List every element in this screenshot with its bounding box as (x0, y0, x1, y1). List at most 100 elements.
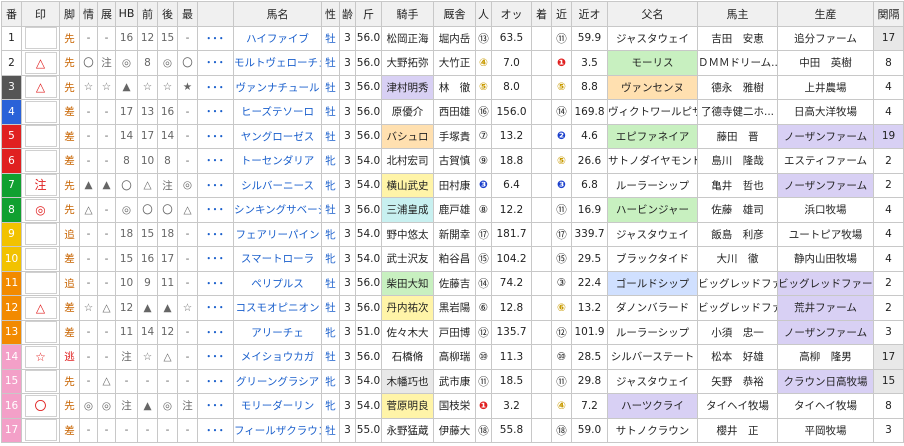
column-header[interactable]: 脚 (59, 1, 80, 27)
breeder-name[interactable]: 上井農場 (777, 74, 874, 100)
owner-name[interactable]: 櫻井 正 (697, 417, 778, 443)
column-header[interactable]: 性 (321, 1, 340, 27)
table-row[interactable]: 5 差 - -14 17 14- ･･･ ヤングローゼス牡 3 56.0 バシュロ 手塚貴 ⑦ 13.2 ❷… (1, 123, 904, 149)
jockey-name[interactable]: 丹内祐次 (381, 295, 434, 321)
trainer-name[interactable]: 堀内岳 (433, 25, 476, 51)
column-header[interactable]: 関隔 (873, 1, 904, 27)
sire-name[interactable]: ハーツクライ (607, 393, 698, 419)
sire-name[interactable]: ジャスタウェイ (607, 221, 698, 247)
jockey-name[interactable]: 大野拓弥 (381, 50, 434, 76)
breeder-name[interactable]: ビッグレッドファーム (777, 270, 874, 296)
column-header[interactable]: 近 (551, 1, 572, 27)
horse-name-link[interactable]: トーセンダリア (233, 148, 322, 174)
breeder-name[interactable]: ノーザンファーム (777, 123, 874, 149)
more-link[interactable]: ･･･ (197, 270, 234, 296)
more-link[interactable]: ･･･ (197, 393, 234, 419)
trainer-name[interactable]: 粕谷昌 (433, 246, 476, 272)
column-header[interactable]: 馬名 (233, 1, 322, 27)
breeder-name[interactable]: 追分ファーム (777, 25, 874, 51)
column-header[interactable]: 後 (157, 1, 178, 27)
jockey-name[interactable]: 津村明秀 (381, 74, 434, 100)
table-row[interactable]: 6 差 - -8 10 8- ･･･ トーセンダリア牝 3 54.0 北村宏司 古賀慎 ⑨ 18.8 ⑤ 26… (1, 148, 904, 174)
prediction-mark[interactable] (24, 247, 57, 270)
breeder-name[interactable]: 平岡牧場 (777, 417, 874, 443)
owner-name[interactable]: 松本 好雄 (697, 344, 778, 370)
more-link[interactable]: ･･･ (197, 295, 234, 321)
jockey-name[interactable]: 横山武史 (381, 172, 434, 198)
sire-name[interactable]: エピファネイア (607, 123, 698, 149)
jockey-name[interactable]: 松岡正海 (381, 25, 434, 51)
trainer-name[interactable]: 国枝栄 (433, 393, 476, 419)
owner-name[interactable]: 藤田 晋 (697, 123, 778, 149)
trainer-name[interactable]: 古賀慎 (433, 148, 476, 174)
trainer-name[interactable]: 佐藤吉 (433, 270, 476, 296)
owner-name[interactable]: ビッグレッドファーム (697, 295, 778, 321)
more-link[interactable]: ･･･ (197, 344, 234, 370)
trainer-name[interactable]: 武市康 (433, 368, 476, 394)
prediction-mark[interactable] (24, 419, 57, 442)
more-link[interactable]: ･･･ (197, 417, 234, 443)
table-row[interactable]: 13 差 - -11 14 12- ･･･ アリーチェ牝 3 51.0 佐々木大 戸田博 ⑫ 135.7 ⑫… (1, 319, 904, 345)
more-link[interactable]: ･･･ (197, 50, 234, 76)
column-header[interactable]: 近オ (571, 1, 608, 27)
column-header[interactable]: 最 (177, 1, 198, 27)
horse-name-link[interactable]: コスモオピニオン (233, 295, 322, 321)
owner-name[interactable]: 德永 雅樹 (697, 74, 778, 100)
jockey-name[interactable]: 野中悠太 (381, 221, 434, 247)
jockey-name[interactable]: 原優介 (381, 99, 434, 125)
column-header[interactable]: 父名 (607, 1, 698, 27)
horse-name-link[interactable]: ヴァンナチュール (233, 74, 322, 100)
jockey-name[interactable]: 菅原明良 (381, 393, 434, 419)
prediction-mark[interactable] (24, 149, 57, 172)
prediction-mark[interactable]: 注 (24, 174, 57, 197)
trainer-name[interactable]: 林 徹 (433, 74, 476, 100)
sire-name[interactable]: サトノダイヤモンド (607, 148, 698, 174)
column-header[interactable]: 騎手 (381, 1, 434, 27)
trainer-name[interactable]: 新開幸 (433, 221, 476, 247)
column-header[interactable]: 斤 (355, 1, 382, 27)
column-header[interactable]: 厩舎 (433, 1, 476, 27)
horse-name-link[interactable]: ヒーズテソーロ (233, 99, 322, 125)
sire-name[interactable]: ジャスタウェイ (607, 368, 698, 394)
sire-name[interactable]: ヴィクトワールピサ (607, 99, 698, 125)
horse-name-link[interactable]: ヤングローゼス (233, 123, 322, 149)
breeder-name[interactable]: タイヘイ牧場 (777, 393, 874, 419)
breeder-name[interactable]: 高柳 隆男 (777, 344, 874, 370)
breeder-name[interactable]: 静内山田牧場 (777, 246, 874, 272)
more-link[interactable]: ･･･ (197, 246, 234, 272)
column-header[interactable]: 馬主 (697, 1, 778, 27)
prediction-mark[interactable] (24, 27, 57, 50)
breeder-name[interactable]: 浜口牧場 (777, 197, 874, 223)
table-row[interactable]: 14 ☆ 逃 - - 注 ☆ △ - ･･･ メイショウカガ牡 3 56.0 石橋脩 高柳瑞 ⑩ 11.3 ⑩ 28… (1, 344, 904, 370)
more-link[interactable]: ･･･ (197, 197, 234, 223)
prediction-mark[interactable]: ◎ (24, 198, 57, 221)
breeder-name[interactable]: ノーザンファーム (777, 319, 874, 345)
sire-name[interactable]: サトノクラウン (607, 417, 698, 443)
table-row[interactable]: 3 △ 先 ☆ ☆ ▲ ☆ ☆ ★ ･･･ ヴァンナチュール牡 3 56.0 津村明秀林 徹 ⑤ 8.0 ⑤ 8.… (1, 74, 904, 100)
prediction-mark[interactable]: △ (24, 76, 57, 99)
more-link[interactable]: ･･･ (197, 368, 234, 394)
horse-name-link[interactable]: モリーダーリン (233, 393, 322, 419)
jockey-name[interactable]: 永野猛蔵 (381, 417, 434, 443)
jockey-name[interactable]: 木幡巧也 (381, 368, 434, 394)
table-row[interactable]: 8 ◎ 先 △ - ◎ 〇〇 △ ･･･ シンキングサベージ牡 3 56.0 三浦皇成 鹿戸雄 ⑧ 12.2 ⑪… (1, 197, 904, 223)
prediction-mark[interactable] (24, 370, 57, 393)
more-link[interactable]: ･･･ (197, 99, 234, 125)
jockey-name[interactable]: 石橋脩 (381, 344, 434, 370)
sire-name[interactable]: シルバーステート (607, 344, 698, 370)
trainer-name[interactable]: 戸田博 (433, 319, 476, 345)
column-header[interactable]: 展 (97, 1, 116, 27)
trainer-name[interactable]: 西田雄 (433, 99, 476, 125)
table-row[interactable]: 7 注先 ▲ ▲ 〇 △ 注 ◎ ･･･ シルバーニース牝 3 54.0 横山武史 田村康 ❸ 6.4 ❸ 6.8… (1, 172, 904, 198)
breeder-name[interactable]: 中田 英樹 (777, 50, 874, 76)
owner-name[interactable]: ビッグレッドファーム (697, 270, 778, 296)
breeder-name[interactable]: ノーザンファーム (777, 172, 874, 198)
column-header[interactable]: HB (115, 1, 138, 27)
more-link[interactable]: ･･･ (197, 148, 234, 174)
sire-name[interactable]: ハービンジャー (607, 197, 698, 223)
more-link[interactable]: ･･･ (197, 74, 234, 100)
jockey-name[interactable]: 佐々木大 (381, 319, 434, 345)
prediction-mark[interactable]: △ (24, 51, 57, 74)
table-row[interactable]: 2 △ 先〇注 ◎ 8 ◎ 〇･･･ モルトヴェローチェ牡 3 56.0 大野拓弥 大竹正 ④ 7.0 ❶ 3… (1, 50, 904, 76)
owner-name[interactable]: 大川 徹 (697, 246, 778, 272)
